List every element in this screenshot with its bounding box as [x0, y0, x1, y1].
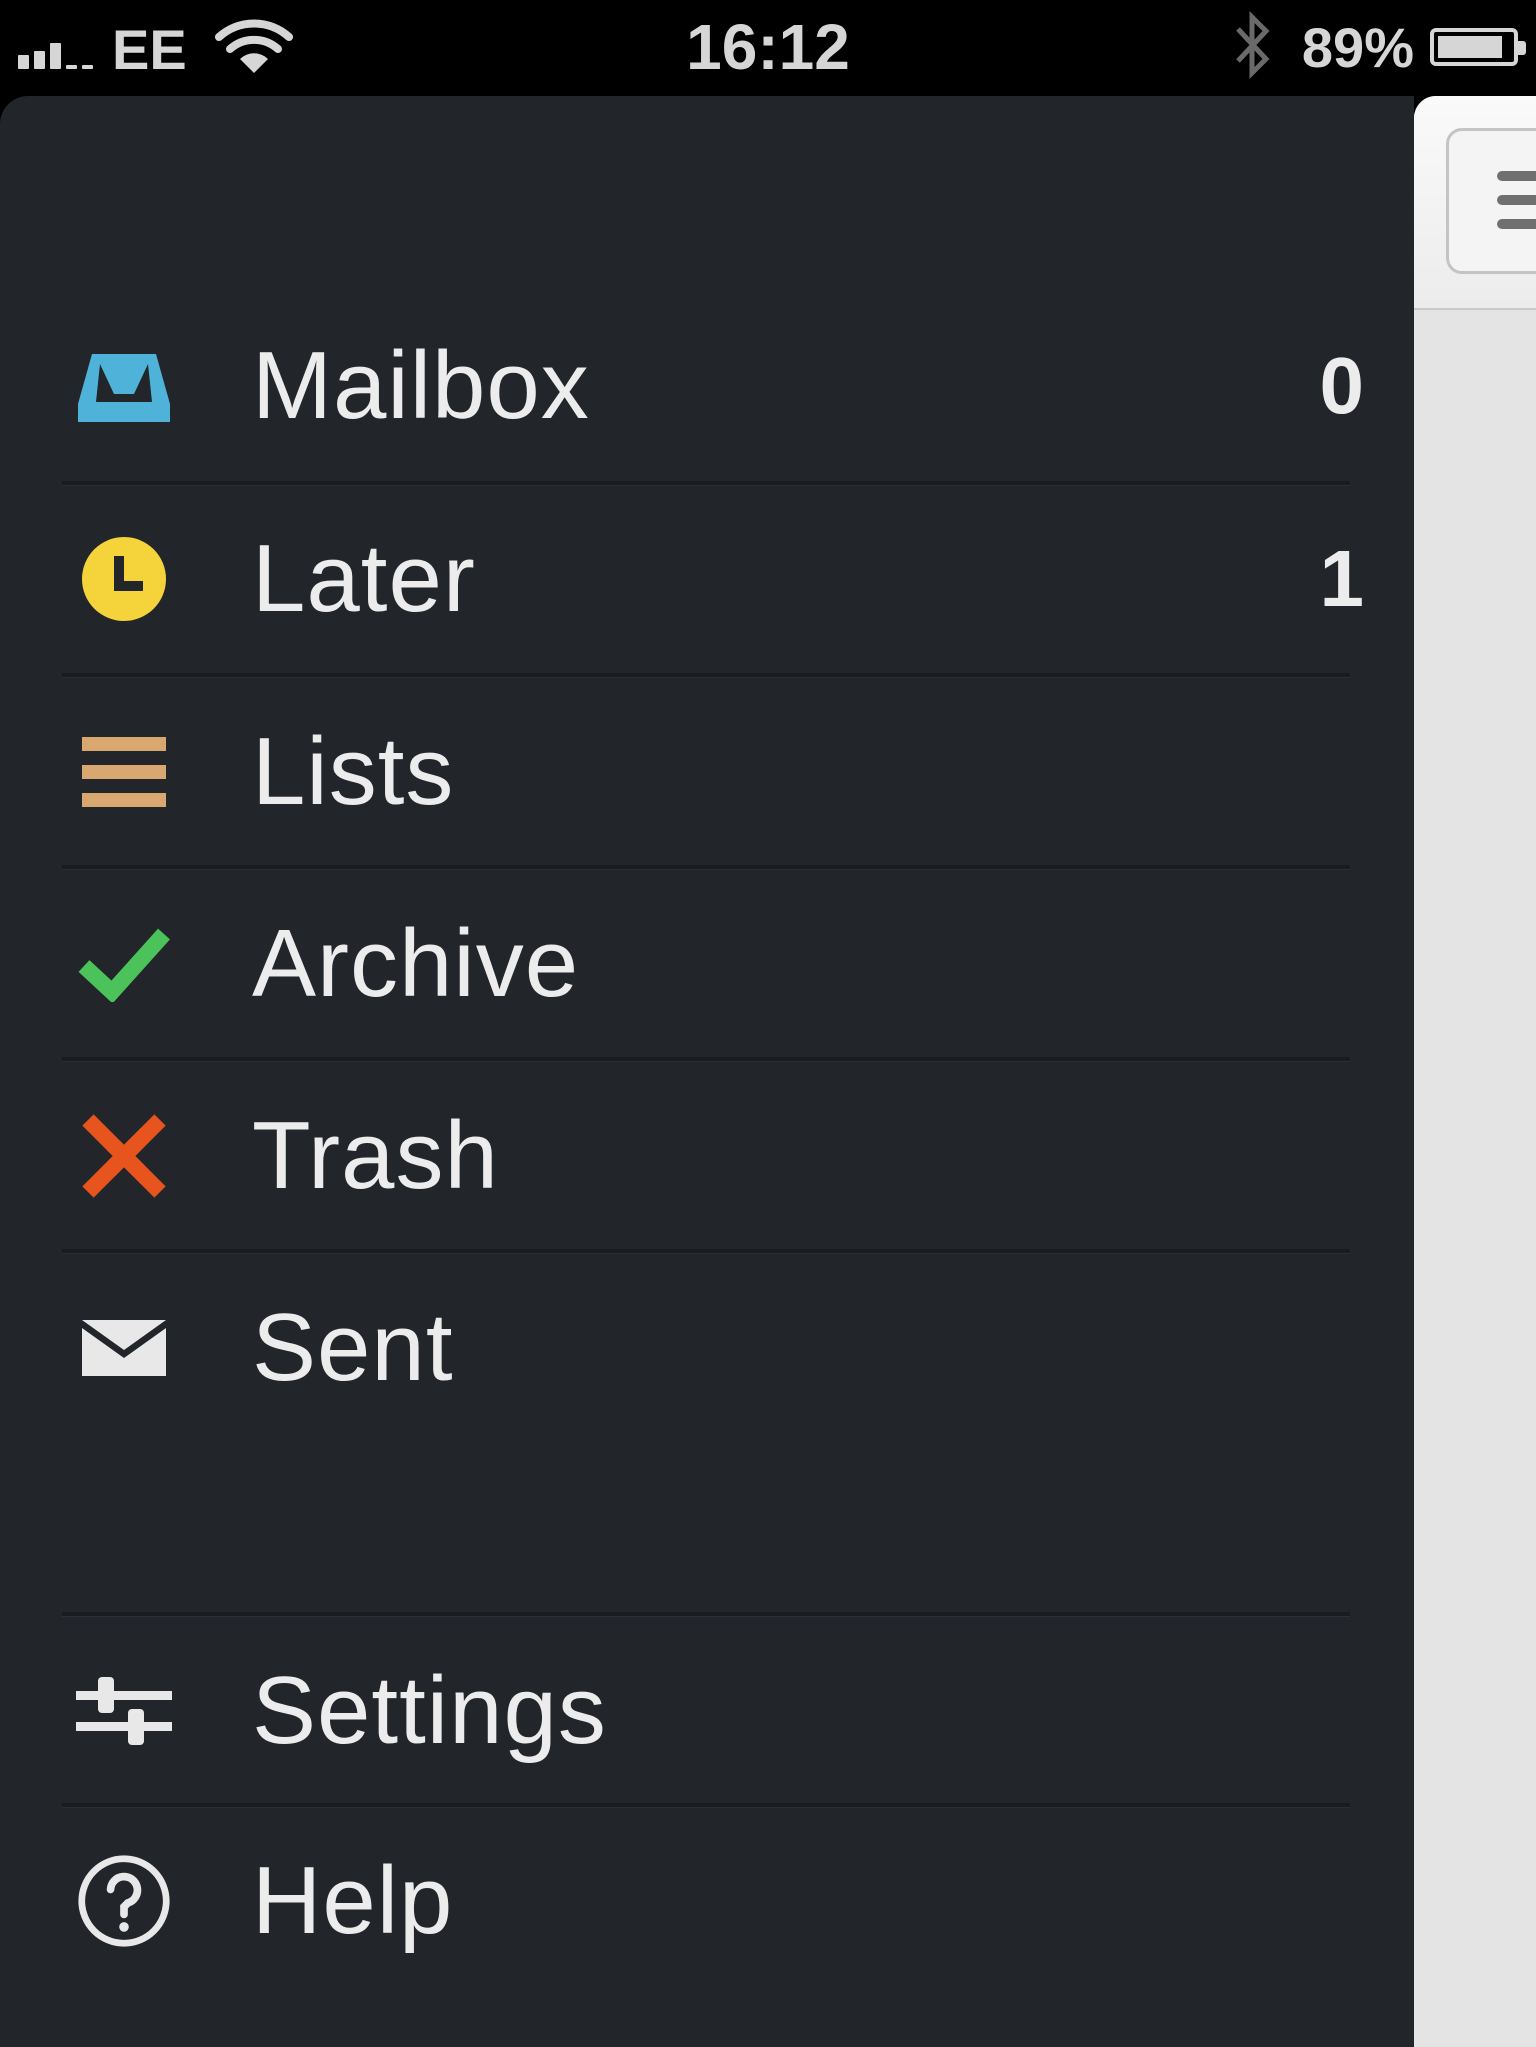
menu-item-label: Lists [252, 718, 455, 825]
battery-icon [1430, 28, 1526, 66]
unread-count: 0 [1319, 341, 1365, 430]
mailbox-tray-icon [76, 338, 172, 434]
menu-item-help[interactable]: Help [0, 1806, 1414, 1996]
side-menu: Mailbox 0 Later 1 Lists Archive Trash Se… [0, 96, 1414, 2047]
help-icon [76, 1853, 172, 1949]
status-right: 89% [1232, 10, 1526, 82]
menu-item-label: Help [252, 1847, 454, 1954]
main-view-peek[interactable] [1414, 96, 1536, 2047]
menu-item-mailbox[interactable]: Mailbox 0 [0, 291, 1414, 481]
menu-item-label: Later [252, 525, 476, 632]
menu-item-later[interactable]: Later 1 [0, 484, 1414, 674]
later-count: 1 [1319, 534, 1365, 623]
checkmark-icon [76, 916, 172, 1012]
lists-icon [76, 724, 172, 820]
bluetooth-icon [1232, 9, 1272, 86]
envelope-icon [76, 1300, 172, 1396]
status-bar: EE 16:12 89% [0, 0, 1536, 96]
menu-item-label: Mailbox [252, 332, 590, 439]
menu-item-settings[interactable]: Settings [0, 1616, 1414, 1806]
x-icon [76, 1108, 172, 1204]
menu-item-sent[interactable]: Sent [0, 1253, 1414, 1443]
menu-item-archive[interactable]: Archive [0, 869, 1414, 1059]
menu-item-trash[interactable]: Trash [0, 1061, 1414, 1251]
menu-item-lists[interactable]: Lists [0, 677, 1414, 867]
menu-item-label: Archive [252, 910, 580, 1017]
menu-toggle-button[interactable] [1446, 128, 1536, 274]
battery-percent: 89% [1301, 15, 1414, 79]
navigation-bar [1414, 96, 1536, 310]
sliders-icon [76, 1663, 172, 1759]
clock-icon [76, 531, 172, 627]
menu-item-label: Settings [252, 1657, 607, 1764]
menu-item-label: Sent [252, 1294, 454, 1401]
menu-item-label: Trash [252, 1102, 499, 1209]
